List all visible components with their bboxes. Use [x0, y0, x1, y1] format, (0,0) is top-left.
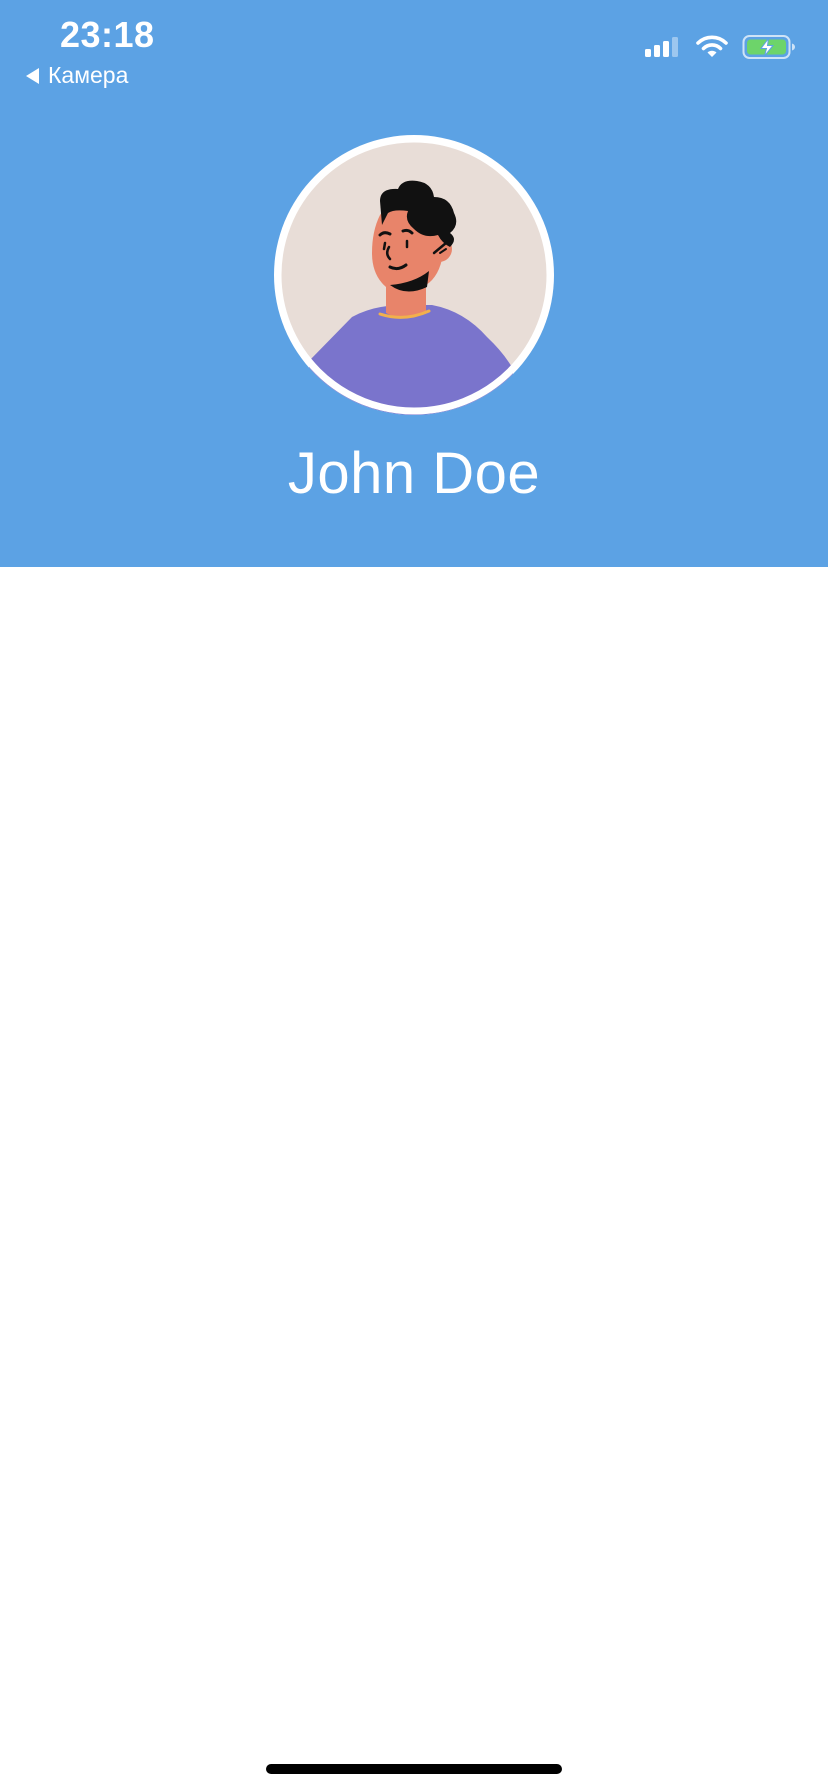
back-link-label: Камера — [48, 62, 129, 88]
status-icons — [645, 34, 796, 60]
profile-avatar[interactable] — [274, 135, 554, 415]
back-arrow-icon — [26, 67, 39, 84]
profile-name: John Doe — [287, 441, 541, 506]
battery-charging-icon — [742, 35, 795, 59]
signal-icon — [645, 37, 678, 57]
profile-header: 23:18 Камера John Doe — [0, 0, 828, 567]
person-avatar-illustration — [274, 135, 554, 415]
status-time: 23:18 — [60, 14, 155, 55]
wifi-icon — [696, 35, 728, 57]
back-to-camera-link[interactable]: Камера — [26, 62, 128, 89]
home-indicator[interactable] — [266, 1764, 562, 1774]
